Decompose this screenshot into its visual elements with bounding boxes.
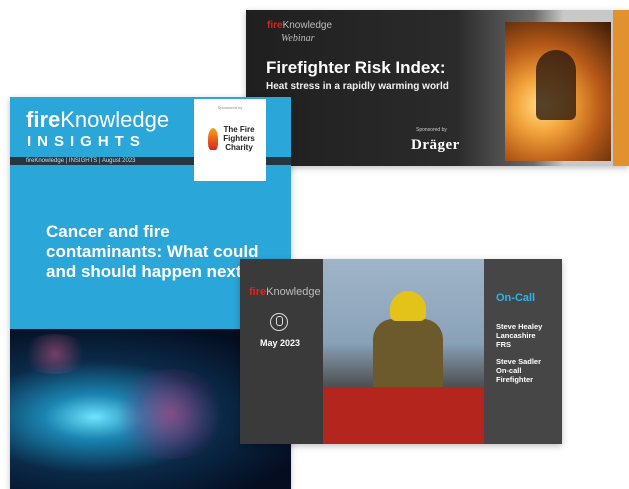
podcast-title: On-Call	[496, 292, 536, 304]
firefighter-silhouette	[536, 50, 576, 120]
xray-highlight	[110, 369, 230, 459]
podcast-card[interactable]: fireKnowledge May 2023 On-Call Steve Hea…	[240, 259, 562, 444]
webinar-label: Webinar	[281, 33, 315, 44]
podcast-brand: fireKnowledge	[249, 286, 321, 298]
insights-label: INSIGHTS	[27, 133, 146, 150]
sponsor-logo: Dräger	[411, 137, 460, 153]
microphone-icon	[270, 313, 288, 331]
sponsor-label: Sponsored by	[416, 127, 447, 133]
xray-highlight-2	[20, 334, 90, 374]
webinar-subtitle: Heat stress in a rapidly warming world	[266, 81, 449, 92]
report-brand: fireKnowledge	[26, 107, 170, 132]
podcast-date: May 2023	[260, 338, 301, 348]
fire-truck	[323, 387, 484, 444]
guest-1: Steve Healey Lancashire FRS	[496, 322, 543, 349]
webinar-title: Firefighter Risk Index:	[266, 58, 446, 77]
firefighter-body	[373, 319, 443, 389]
guest-list: Steve Healey Lancashire FRS Steve Sadler…	[496, 322, 560, 384]
charity-logo-box: Sponsored by The Fire Fighters Charity	[194, 99, 266, 181]
helmet-shape	[390, 291, 426, 321]
firefighter-truck-photo	[323, 259, 484, 444]
charity-name: The Fire Fighters Charity	[223, 125, 255, 152]
webinar-card[interactable]: fireKnowledge Webinar Firefighter Risk I…	[246, 10, 629, 166]
orange-accent-bar	[613, 10, 629, 166]
webinar-brand: fireKnowledge	[267, 20, 333, 31]
report-meta: fireKnowledge | INSIGHTS | August 2023	[26, 158, 136, 164]
guest-2: Steve Sadler On-call Firefighter	[496, 357, 542, 384]
charity-label: Sponsored by	[217, 105, 243, 110]
